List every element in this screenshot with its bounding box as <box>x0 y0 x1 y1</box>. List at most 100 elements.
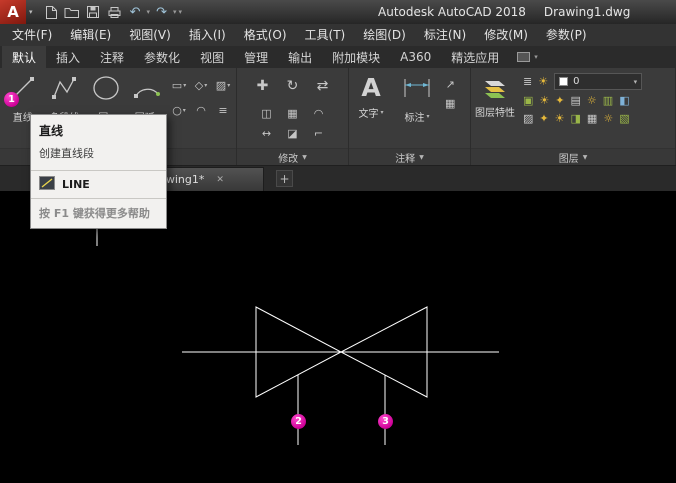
text-tool-label: 文字 ▾ <box>358 109 384 120</box>
polyline-tool-icon <box>51 75 77 105</box>
layer-tool-icon[interactable]: ▣ <box>523 94 533 108</box>
region-tool-icon[interactable]: ≡ <box>212 98 234 123</box>
fillet-icon[interactable]: ◠ <box>306 103 332 123</box>
save-icon[interactable] <box>83 3 104 21</box>
menu-parametric[interactable]: 参数(P) <box>537 24 596 46</box>
dimension-icon <box>401 75 433 105</box>
layer-tools-row-1: ▣ ☀ ✦ ▤ ☼ ▥ ◧ <box>521 94 673 108</box>
panel-label-modify[interactable]: 修改 ▼ <box>237 148 348 165</box>
app-title: Autodesk AutoCAD 2018 <box>378 5 526 19</box>
menu-dimension[interactable]: 标注(N) <box>415 24 475 46</box>
redo-icon[interactable]: ↷ <box>151 3 172 21</box>
ribbon-tab-bar: 默认 插入 注释 参数化 视图 管理 输出 附加模块 A360 精选应用 ▾ <box>0 46 676 68</box>
stretch-tool-button[interactable]: ⇄ <box>310 73 336 99</box>
layer-tool-icon[interactable]: ▥ <box>603 94 613 108</box>
menu-draw[interactable]: 绘图(D) <box>354 24 415 46</box>
step-badge-1: 1 <box>4 92 19 107</box>
layer-tool-icon[interactable]: ✦ <box>555 94 564 108</box>
redo-caret-icon[interactable]: ▾ <box>173 8 177 16</box>
rotate-tool-button[interactable]: ↻ <box>280 73 306 99</box>
layer-tool-icon[interactable]: ✦ <box>539 112 548 126</box>
panel-modify-arrow-icon: ▼ <box>302 153 307 161</box>
draw-small-tools: ▭ ▾ ◇ ▾ ▨ ▾ ○ ▾ ◠ ≡ <box>168 70 234 148</box>
tab-manage[interactable]: 管理 <box>234 46 278 68</box>
panel-layers-arrow-icon: ▼ <box>582 153 588 161</box>
menu-view[interactable]: 视图(V) <box>120 24 180 46</box>
layer-properties-icon <box>480 74 510 106</box>
undo-caret-icon[interactable]: ▾ <box>147 8 151 16</box>
print-icon[interactable] <box>104 3 125 21</box>
tab-parametric[interactable]: 参数化 <box>134 46 190 68</box>
qat-menu-caret-icon[interactable]: ▾ <box>179 8 183 16</box>
offset-icon[interactable]: ↔ <box>254 123 280 143</box>
layer-tool-icon[interactable]: ☀ <box>555 112 565 126</box>
mirror-icon[interactable]: ◫ <box>254 103 280 123</box>
tab-annotate[interactable]: 注释 <box>90 46 134 68</box>
menu-tools[interactable]: 工具(T) <box>296 24 355 46</box>
menu-insert[interactable]: 插入(I) <box>180 24 235 46</box>
panel-modify-tools: ✚ ↻ ⇄ ◫ ▦ ◠ ↔ ◪ ⌐ <box>237 68 348 148</box>
ellipse-tool-icon[interactable]: ○ ▾ <box>168 98 190 123</box>
panel-label-layers[interactable]: 图层 ▼ <box>471 148 675 165</box>
tab-output[interactable]: 输出 <box>278 46 322 68</box>
layer-tool-icon[interactable]: ☀ <box>539 94 549 108</box>
new-file-icon[interactable] <box>41 3 62 21</box>
layer-states-icon[interactable]: ≣ <box>523 75 532 89</box>
layer-dropdown-caret-icon: ▾ <box>633 77 638 86</box>
arc-tool-icon <box>133 75 161 105</box>
tooltip-command: LINE <box>62 178 90 191</box>
move-icon: ✚ <box>256 78 269 94</box>
menu-format[interactable]: 格式(O) <box>235 24 296 46</box>
layer-properties-button[interactable]: 图层特性 <box>473 70 517 148</box>
close-icon[interactable]: ✕ <box>216 175 224 185</box>
table-icon[interactable]: ▦ <box>445 97 455 110</box>
dimension-tool-button[interactable]: 标注 ▾ <box>391 70 443 148</box>
layer-tool-icon[interactable]: ◧ <box>619 94 629 108</box>
drawing-canvas[interactable]: 2 3 <box>0 191 676 483</box>
multileader-icon[interactable]: ↗ <box>445 78 455 91</box>
menu-file[interactable]: 文件(F) <box>3 24 61 46</box>
autocad-logo-icon[interactable]: A <box>0 0 26 24</box>
menu-modify[interactable]: 修改(M) <box>475 24 537 46</box>
open-folder-icon[interactable] <box>62 3 83 21</box>
app-menu-caret-icon[interactable]: ▾ <box>29 8 33 16</box>
layer-tool-icon[interactable]: ▨ <box>523 112 533 126</box>
ribbon-display-options-button[interactable]: ▾ <box>517 46 539 68</box>
undo-icon[interactable]: ↶ <box>125 3 146 21</box>
layer-tool-icon[interactable]: ☼ <box>587 94 597 108</box>
tab-insert[interactable]: 插入 <box>46 46 90 68</box>
layer-properties-label: 图层特性 <box>475 108 515 119</box>
panel-label-annotate[interactable]: 注释 ▼ <box>349 148 470 165</box>
explode-icon[interactable]: ◪ <box>280 123 306 143</box>
tab-a360[interactable]: A360 <box>390 46 441 68</box>
layer-dropdown[interactable]: 0 ▾ <box>554 73 643 90</box>
valve-symbol-drawing <box>96 228 499 445</box>
hatch-tool-icon[interactable]: ▨ ▾ <box>212 73 234 98</box>
tab-addins[interactable]: 附加模块 <box>322 46 390 68</box>
quick-access-toolbar: ↶ ▾ ↷ ▾ ▾ <box>41 3 184 21</box>
revcloud-tool-icon[interactable]: ◠ <box>190 98 212 123</box>
panel-layers-tools: 图层特性 ≣ ☀ 0 ▾ ▣ ☀ ✦ ▤ ☼ ▥ ◧ ▨ ✦ ☀ ◨ ▦ ☼ ▧ <box>471 68 675 148</box>
tab-home[interactable]: 默认 <box>2 46 47 68</box>
layer-color-swatch <box>559 77 569 86</box>
new-drawing-tab-button[interactable]: + <box>276 170 293 187</box>
tab-view[interactable]: 视图 <box>190 46 234 68</box>
layer-tool-icon[interactable]: ▧ <box>619 112 629 126</box>
layer-tools-row-2: ▨ ✦ ☀ ◨ ▦ ☼ ▧ <box>521 112 673 126</box>
text-tool-button[interactable]: A 文字 ▾ <box>351 70 391 148</box>
layer-tool-icon[interactable]: ◨ <box>571 112 581 126</box>
rectangle-tool-icon[interactable]: ▭ ▾ <box>168 73 190 98</box>
tab-featured-apps[interactable]: 精选应用 <box>441 46 509 68</box>
array-icon[interactable]: ▦ <box>280 103 306 123</box>
layer-on-off-icon[interactable]: ☀ <box>538 75 548 89</box>
polygon-tool-icon[interactable]: ◇ ▾ <box>190 73 212 98</box>
layer-tool-icon[interactable]: ☼ <box>603 112 613 126</box>
erase-icon[interactable]: ⌐ <box>306 123 332 143</box>
move-tool-button[interactable]: ✚ <box>250 73 276 99</box>
panel-annotate-tools: A 文字 ▾ 标注 ▾ ↗ ▦ <box>349 68 470 148</box>
title-bar: A ▾ ↶ ▾ ↷ ▾ ▾ Autodesk AutoCAD 2018 Draw… <box>0 0 676 24</box>
layer-tool-icon[interactable]: ▤ <box>571 94 581 108</box>
layer-tool-icon[interactable]: ▦ <box>587 112 597 126</box>
tooltip-description: 创建直线段 <box>39 147 94 160</box>
menu-edit[interactable]: 编辑(E) <box>61 24 120 46</box>
